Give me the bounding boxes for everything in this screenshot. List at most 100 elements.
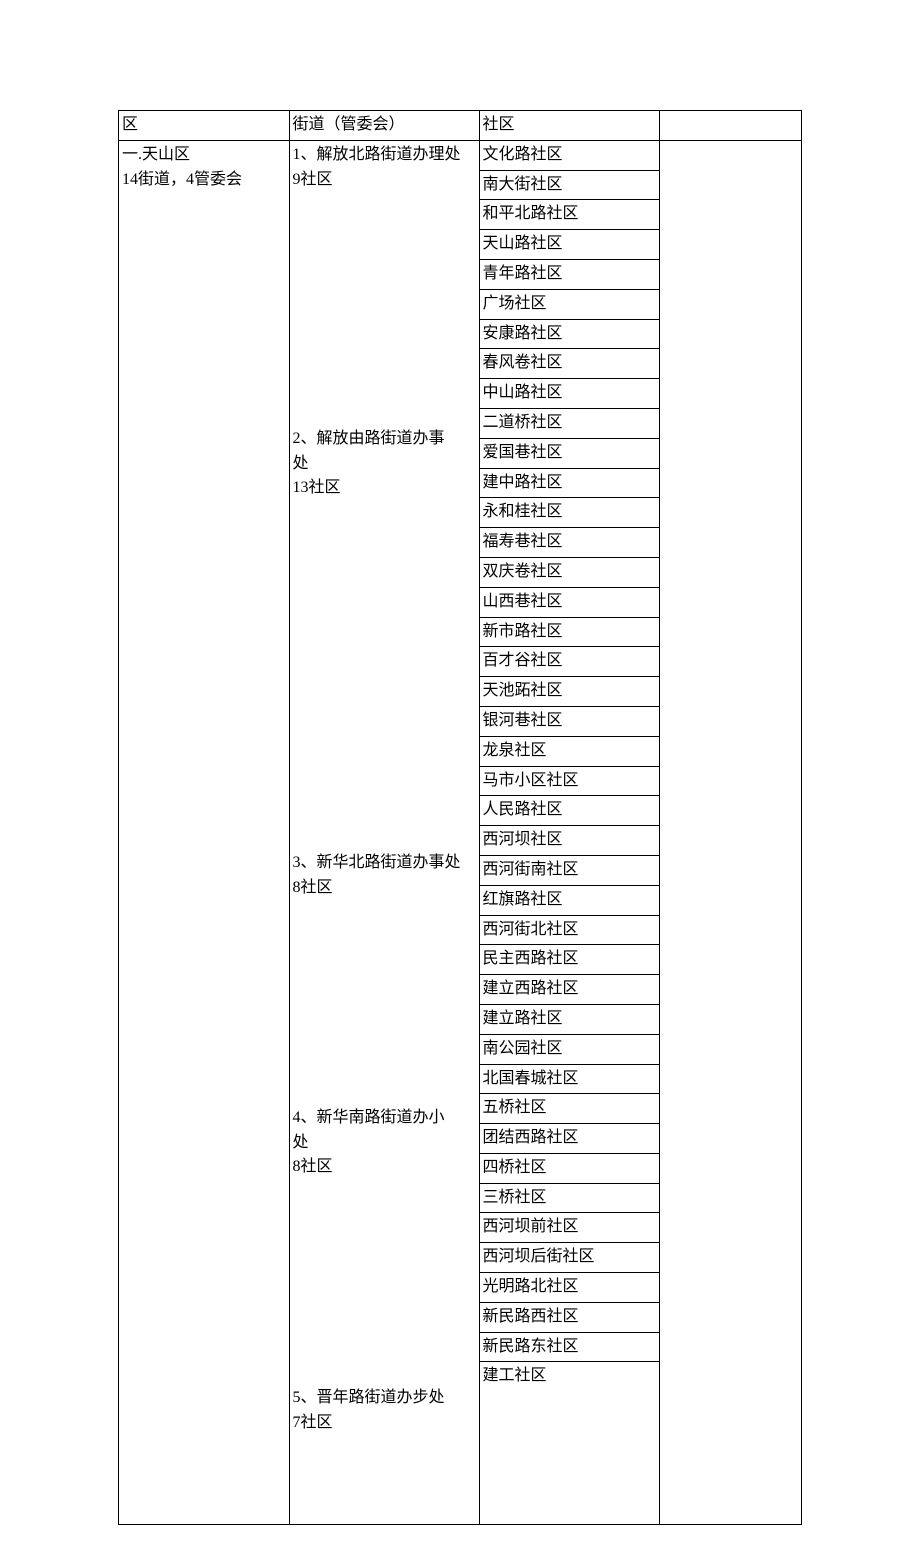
community-cell: 人民路社区 — [480, 796, 659, 826]
street-filler — [290, 820, 479, 849]
street-filler — [290, 252, 479, 281]
street-filler — [290, 791, 479, 820]
community-cell: 和平北路社区 — [480, 200, 659, 230]
street-filler — [290, 1269, 479, 1298]
street-cell: 3、新华北路街道办事处8社区 — [290, 849, 479, 903]
street-column: 1、解放北路街道办理处9社区 2、解放由路街道办事处13社区 3、新华北路街道办… — [289, 140, 479, 1524]
community-cell: 文化路社区 — [480, 141, 659, 170]
community-cell: 马市小区社区 — [480, 766, 659, 796]
street-line: 4、新华南路街道办小 — [293, 1106, 476, 1131]
header-district: 区 — [119, 111, 289, 140]
street-filler — [290, 705, 479, 734]
street-cell: 5、晋年路街道办步处7社区 — [290, 1384, 479, 1438]
street-line: 9社区 — [293, 168, 476, 193]
district-name: 一.天山区 — [122, 146, 190, 163]
community-cell: 西河街北社区 — [480, 915, 659, 945]
street-filler — [290, 194, 479, 223]
community-cell: 五桥社区 — [480, 1094, 659, 1124]
header-community: 社区 — [479, 111, 659, 140]
table-header-row: 区 街道（管委会） 社区 — [119, 111, 801, 140]
street-filler — [290, 367, 479, 396]
street-filler — [290, 1182, 479, 1211]
admin-division-table: 区 街道（管委会） 社区 一.天山区 14街道，4管委会 1、解放北路街道办理处… — [118, 110, 802, 1525]
street-filler — [290, 396, 479, 425]
street-filler — [290, 676, 479, 705]
street-line: 2、解放由路街道办事 — [293, 427, 476, 452]
street-line: 5、晋年路街道办步处 — [293, 1386, 476, 1411]
street-filler — [290, 1355, 479, 1384]
community-cell: 中山路社区 — [480, 379, 659, 409]
street-filler — [290, 931, 479, 960]
street-cell: 2、解放由路街道办事处13社区 — [290, 425, 479, 503]
community-cell: 南大街社区 — [480, 170, 659, 200]
community-cell: 南公园社区 — [480, 1034, 659, 1064]
street-filler — [290, 1326, 479, 1355]
community-cell: 青年路社区 — [480, 259, 659, 289]
street-filler — [290, 1297, 479, 1326]
street-filler — [290, 532, 479, 561]
community-cell: 民主西路社区 — [480, 945, 659, 975]
community-cell: 龙泉社区 — [480, 736, 659, 766]
community-cell: 爱国巷社区 — [480, 438, 659, 468]
community-cell: 天池跖社区 — [480, 677, 659, 707]
community-cell: 永和桂社区 — [480, 498, 659, 528]
community-cell: 红旗路社区 — [480, 885, 659, 915]
street-filler — [290, 1240, 479, 1269]
street-line: 8社区 — [293, 876, 476, 901]
community-cell: 广场社区 — [480, 289, 659, 319]
street-line: 7社区 — [293, 1411, 476, 1436]
community-cell: 光明路北社区 — [480, 1273, 659, 1303]
community-cell: 二道桥社区 — [480, 408, 659, 438]
community-cell: 福寿巷社区 — [480, 528, 659, 558]
street-filler — [290, 1495, 479, 1524]
community-cell: 团结西路社区 — [480, 1124, 659, 1154]
community-cell: 西河坝前社区 — [480, 1213, 659, 1243]
street-filler — [290, 902, 479, 931]
street-filler — [290, 1046, 479, 1075]
community-cell: 建工社区 — [480, 1362, 659, 1391]
community-cell: 山西巷社区 — [480, 587, 659, 617]
community-cell: 西河街南社区 — [480, 855, 659, 885]
street-line: 处 — [293, 452, 476, 477]
community-cell: 新市路社区 — [480, 617, 659, 647]
community-cell: 四桥社区 — [480, 1153, 659, 1183]
street-filler — [290, 503, 479, 532]
community-cell: 双庆卷社区 — [480, 557, 659, 587]
community-cell: 新民路西社区 — [480, 1302, 659, 1332]
street-filler — [290, 281, 479, 310]
community-cell: 百才谷社区 — [480, 647, 659, 677]
street-filler — [290, 223, 479, 252]
header-empty — [659, 111, 801, 140]
street-filler — [290, 618, 479, 647]
street-filler — [290, 1466, 479, 1495]
street-filler — [290, 1018, 479, 1047]
community-cell: 新民路东社区 — [480, 1332, 659, 1362]
street-filler — [290, 590, 479, 619]
street-line: 8社区 — [293, 1155, 476, 1180]
community-cell: 天山路社区 — [480, 230, 659, 260]
district-cell: 一.天山区 14街道，4管委会 — [119, 140, 289, 1524]
community-cell: 银河巷社区 — [480, 706, 659, 736]
table-body-row: 一.天山区 14街道，4管委会 1、解放北路街道办理处9社区 2、解放由路街道办… — [119, 140, 801, 1524]
community-cell: 建立路社区 — [480, 1004, 659, 1034]
community-cell: 安康路社区 — [480, 319, 659, 349]
district-meta: 14街道，4管委会 — [122, 171, 242, 188]
street-filler — [290, 960, 479, 989]
street-filler — [290, 1075, 479, 1104]
street-filler — [290, 561, 479, 590]
street-line: 1、解放北路街道办理处 — [293, 143, 476, 168]
street-filler — [290, 338, 479, 367]
street-line: 3、新华北路街道办事处 — [293, 851, 476, 876]
community-cell: 西河坝社区 — [480, 826, 659, 856]
community-cell: 西河坝后街社区 — [480, 1243, 659, 1273]
community-cell: 北国春城社区 — [480, 1064, 659, 1094]
street-filler — [290, 989, 479, 1018]
street-filler — [290, 647, 479, 676]
street-line: 13社区 — [293, 476, 476, 501]
street-filler — [290, 1211, 479, 1240]
empty-column — [659, 140, 801, 1524]
street-line: 处 — [293, 1131, 476, 1156]
street-cell: 1、解放北路街道办理处9社区 — [290, 141, 479, 195]
street-filler — [290, 762, 479, 791]
street-cell: 4、新华南路街道办小处8社区 — [290, 1104, 479, 1182]
